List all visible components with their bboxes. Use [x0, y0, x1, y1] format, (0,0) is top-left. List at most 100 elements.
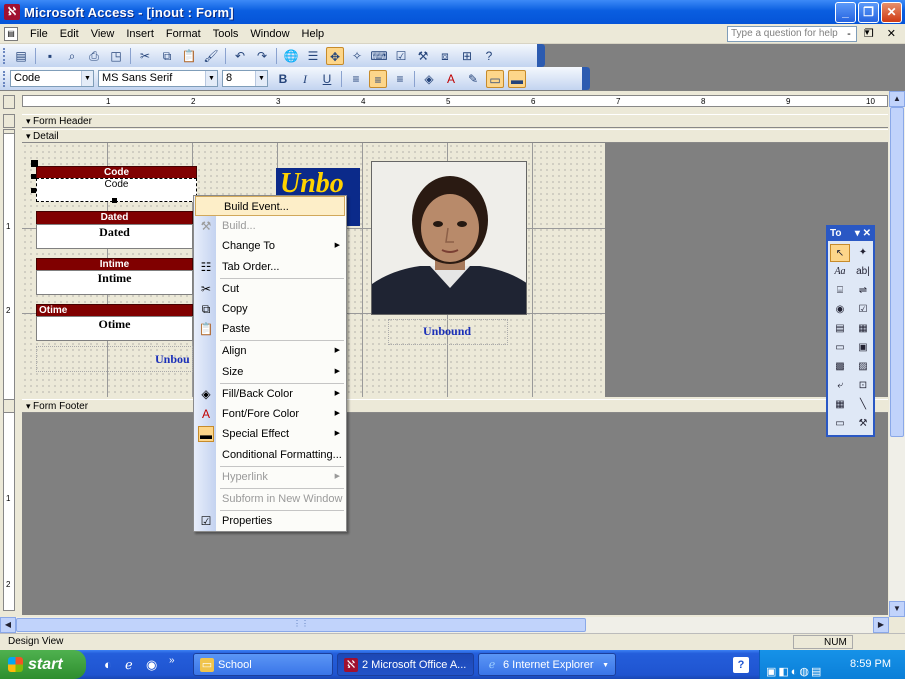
- align-right-icon[interactable]: ≡: [391, 70, 409, 88]
- menu-item-size[interactable]: Size ▶: [194, 362, 346, 382]
- font-combo[interactable]: MS Sans Serif ▼: [98, 70, 218, 87]
- menu-item-special-effect[interactable]: ▬ Special Effect ▶: [194, 424, 346, 444]
- menu-tools[interactable]: Tools: [207, 28, 245, 40]
- option-button-icon[interactable]: ◉: [830, 301, 850, 319]
- unbound-frame-icon[interactable]: ▩: [830, 358, 850, 376]
- menu-file[interactable]: File: [24, 28, 54, 40]
- detail-bar[interactable]: Detail: [22, 129, 888, 143]
- selection-handle[interactable]: [31, 160, 38, 167]
- code-icon[interactable]: ⌨: [370, 47, 388, 65]
- horizontal-scrollbar[interactable]: ◀ ⋮⋮ ▶: [0, 617, 889, 633]
- page-break-icon[interactable]: ⤶: [830, 377, 850, 395]
- chevron-down-icon[interactable]: ▼: [81, 71, 93, 86]
- mdi-controls[interactable]: - ❐ ✕: [847, 27, 901, 40]
- wizard-icon[interactable]: ✦: [853, 244, 873, 262]
- task-school[interactable]: ▭ School: [193, 653, 333, 676]
- command-icon[interactable]: ▭: [830, 339, 850, 357]
- menu-item-properties[interactable]: ☑ Properties: [194, 511, 346, 531]
- combo-icon[interactable]: ▤: [830, 320, 850, 338]
- task-internet-explorer[interactable]: ℯ 6 Internet Explorer ▼: [478, 653, 616, 676]
- special-effect-icon[interactable]: ▬: [508, 69, 526, 88]
- bound-frame-icon[interactable]: ▨: [853, 358, 873, 376]
- fill-color-icon[interactable]: ◈: [420, 70, 438, 88]
- vertical-ruler[interactable]: 1 2 1 2: [3, 133, 15, 611]
- line-color-icon[interactable]: ✎: [464, 70, 482, 88]
- font-color-icon[interactable]: A: [442, 70, 460, 88]
- form-header-bar[interactable]: Form Header: [22, 114, 888, 128]
- access-app-icon[interactable]: ℵ: [4, 4, 20, 20]
- dated-label[interactable]: Dated: [36, 211, 193, 225]
- form-window-icon[interactable]: ▤: [4, 26, 18, 41]
- menu-item-change-to[interactable]: Change To ▶: [194, 236, 346, 256]
- menu-item-cut[interactable]: ✂ Cut: [194, 279, 346, 299]
- menu-edit[interactable]: Edit: [54, 28, 85, 40]
- chevron-down-icon[interactable]: ▼: [205, 71, 217, 86]
- autoformat-icon[interactable]: ✧: [348, 47, 366, 65]
- scroll-right-icon[interactable]: ▶: [873, 617, 889, 633]
- redo-icon[interactable]: ↷: [253, 47, 271, 65]
- properties-icon[interactable]: ☑: [392, 47, 410, 65]
- quick-launch-ie-icon[interactable]: ℯ: [125, 657, 133, 673]
- toolbox-title-controls[interactable]: ▾ ✕: [855, 227, 871, 241]
- toolbar-options-icon[interactable]: [537, 44, 545, 67]
- chevron-down-icon[interactable]: ▼: [255, 71, 267, 86]
- intime-field[interactable]: Intime: [36, 270, 193, 295]
- save-icon[interactable]: ▪: [41, 47, 59, 65]
- more-controls-icon[interactable]: ⚒: [853, 415, 873, 433]
- toolbox-title-bar[interactable]: To ▾ ✕: [828, 227, 873, 241]
- menu-item-fill-back-color[interactable]: ◈ Fill/Back Color ▶: [194, 384, 346, 404]
- scroll-left-icon[interactable]: ◀: [0, 617, 16, 633]
- italic-button[interactable]: I: [296, 70, 314, 88]
- search-file-icon[interactable]: ⌕: [63, 47, 81, 65]
- textbox-icon[interactable]: ab|: [853, 263, 873, 281]
- paste-icon[interactable]: 📋: [180, 47, 198, 65]
- pointer-icon[interactable]: ↖: [830, 244, 850, 262]
- menu-item-copy[interactable]: ⧉ Copy: [194, 299, 346, 319]
- task-microsoft-office-access[interactable]: ℵ 2 Microsoft Office A...: [337, 653, 474, 676]
- build-icon[interactable]: ⚒: [414, 47, 432, 65]
- toolbar-options-icon[interactable]: [582, 67, 590, 90]
- horizontal-ruler[interactable]: 1 2 3 4 5 6 7 8 9 10: [22, 95, 888, 107]
- maximize-button[interactable]: ❐: [858, 2, 879, 23]
- menu-format[interactable]: Format: [160, 28, 207, 40]
- start-button[interactable]: start: [0, 650, 86, 679]
- student-photo[interactable]: [371, 161, 527, 315]
- menu-item-build-event[interactable]: Build Event...: [195, 196, 345, 216]
- line-icon[interactable]: ╲: [853, 396, 873, 414]
- language-help-icon[interactable]: ?: [733, 657, 749, 673]
- scroll-thumb[interactable]: [890, 107, 904, 437]
- otime-field[interactable]: Otime: [36, 316, 193, 341]
- menu-insert[interactable]: Insert: [120, 28, 160, 40]
- vertical-scrollbar[interactable]: ▲ ▼: [889, 91, 905, 617]
- line-width-icon[interactable]: ▭: [486, 69, 504, 88]
- form-selector[interactable]: [3, 95, 15, 109]
- minimize-button[interactable]: _: [835, 2, 856, 23]
- print-preview-icon[interactable]: ◳: [107, 47, 125, 65]
- format-painter-icon[interactable]: 🖌: [202, 47, 220, 65]
- selection-handle[interactable]: [31, 174, 36, 179]
- clock[interactable]: 8:59 PM: [850, 650, 891, 679]
- quick-launch-more-icon[interactable]: »: [169, 655, 175, 666]
- menu-help[interactable]: Help: [296, 28, 331, 40]
- listbox-icon[interactable]: ▦: [853, 320, 873, 338]
- selection-handle[interactable]: [31, 188, 36, 193]
- menu-item-align[interactable]: Align ▶: [194, 341, 346, 361]
- selection-handle[interactable]: [112, 198, 117, 203]
- toolbox-palette[interactable]: To ▾ ✕ ↖ ✦ Aa ab| ⌸ ⇌ ◉ ☑ ▤ ▦ ▭ ▣ ▩ ▨ ⤶ …: [826, 225, 875, 437]
- photo-caption-box[interactable]: Unbound: [388, 319, 508, 345]
- scroll-down-icon[interactable]: ▼: [889, 601, 905, 617]
- checkbox-icon[interactable]: ☑: [853, 301, 873, 319]
- toolbar-grip[interactable]: [3, 47, 6, 64]
- database-window-icon[interactable]: ⧈: [436, 47, 454, 65]
- menu-item-paste[interactable]: 📋 Paste: [194, 319, 346, 339]
- new-object-icon[interactable]: ⊞: [458, 47, 476, 65]
- object-combo[interactable]: Code ▼: [10, 70, 94, 87]
- font-size-combo[interactable]: 8 ▼: [222, 70, 268, 87]
- toggle-icon[interactable]: ⇌: [853, 282, 873, 300]
- undo-icon[interactable]: ↶: [231, 47, 249, 65]
- menu-item-conditional-formatting[interactable]: Conditional Formatting...: [194, 445, 346, 465]
- scroll-thumb[interactable]: ⋮⋮: [16, 618, 586, 632]
- image-icon[interactable]: ▣: [853, 339, 873, 357]
- menu-view[interactable]: View: [85, 28, 121, 40]
- question-input[interactable]: Type a question for help: [727, 26, 857, 42]
